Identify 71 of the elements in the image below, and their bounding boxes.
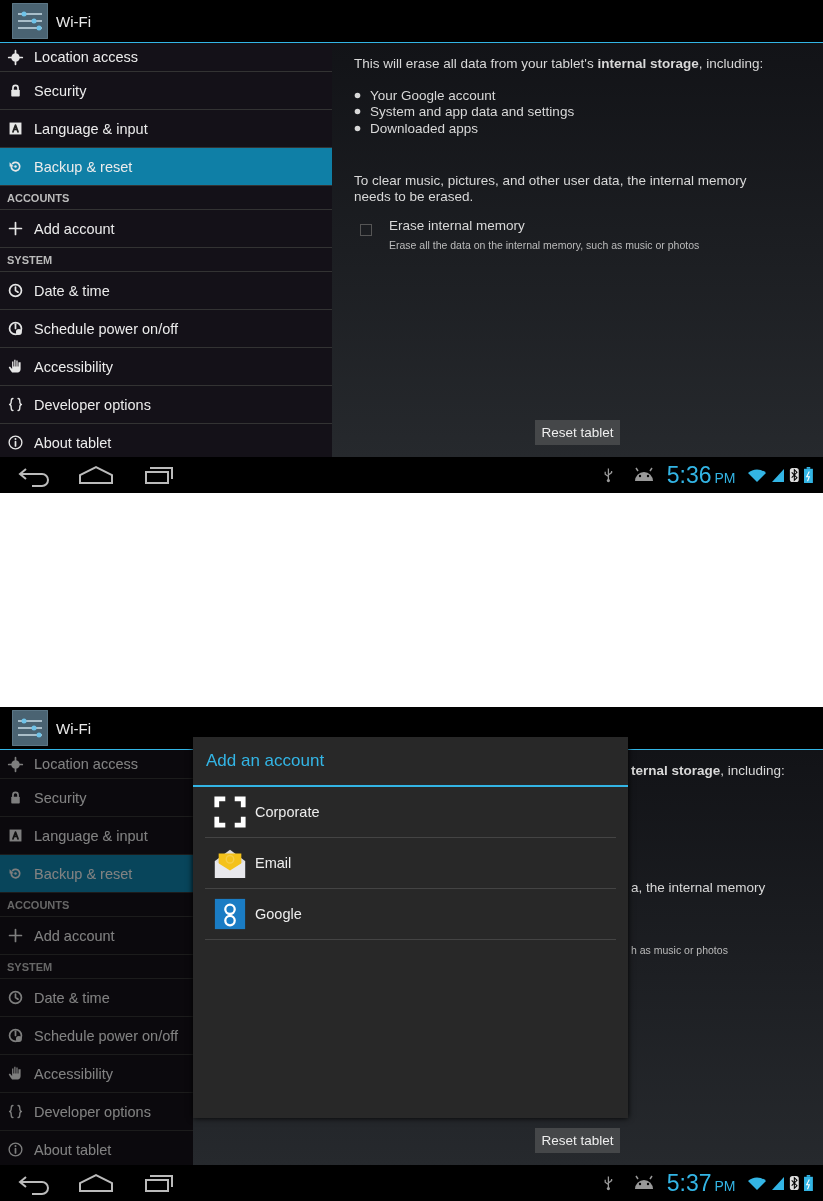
account-type-item[interactable]: Google (205, 889, 616, 940)
home-icon[interactable] (76, 463, 116, 487)
info-icon (7, 1141, 24, 1158)
bullet-icon (354, 124, 361, 132)
intro-text: This will erase all data from your tablet's internal storage, including: (354, 55, 765, 73)
clock-badge-icon (7, 320, 24, 337)
clock-ampm: PM (714, 1178, 736, 1194)
home-icon[interactable] (76, 1171, 116, 1195)
checkbox-label: Erase internal memory (389, 216, 526, 235)
wifi-icon (747, 467, 768, 483)
settings-item[interactable]: Backup & reset (0, 148, 332, 186)
settings-item[interactable]: Date & time (0, 272, 332, 310)
reset-tablet-button[interactable]: Reset tablet (535, 420, 620, 445)
crosshair-icon (7, 48, 24, 66)
section-header: SYSTEM (0, 248, 332, 272)
plus-icon (7, 927, 24, 944)
settings-item[interactable]: Add account (0, 210, 332, 248)
sliders-icon[interactable] (12, 3, 48, 39)
note-text: To clear music, pictures, and other user data, the internal memory needs to be erased. (354, 172, 748, 205)
settings-item[interactable]: Developer options (0, 386, 332, 424)
robot-icon (632, 467, 655, 483)
circular-arrow-icon (7, 865, 24, 882)
plus-icon (7, 220, 24, 237)
settings-item[interactable]: Security (0, 72, 332, 110)
bullet-icon (354, 91, 361, 99)
bluetooth-icon (789, 1175, 801, 1191)
braces-icon (7, 396, 24, 413)
clock-badge-icon (7, 1027, 24, 1044)
clock-ampm: PM (714, 470, 736, 486)
note-text: a, the internal memory (631, 880, 767, 896)
section-header: ACCOUNTS (0, 186, 332, 210)
settings-item[interactable]: Accessibility (0, 348, 332, 386)
checkbox-description: h as music or photos (631, 944, 729, 956)
screen-title: Wi-Fi (56, 12, 91, 30)
bullet-text: System and app data and settings (370, 104, 575, 120)
checkbox[interactable] (360, 223, 372, 236)
info-icon (7, 434, 24, 451)
account-type-item[interactable]: Email (205, 838, 616, 889)
letter-tile-icon (7, 120, 24, 137)
settings-item[interactable]: Schedule power on/off (0, 310, 332, 348)
app-tile-icon (213, 897, 247, 931)
checkbox-description: Erase all the data on the internal memory, such as music or photos (389, 238, 700, 251)
reset-tablet-button[interactable]: Reset tablet (535, 1128, 620, 1153)
battery-icon (804, 1175, 813, 1191)
intro-text: ternal storage, including: (631, 762, 786, 780)
clock-time: 5:36 (666, 461, 712, 489)
settings-item[interactable]: Location access (0, 43, 332, 72)
bullet-text: Your Google account (370, 87, 496, 103)
hand-icon (7, 358, 24, 375)
crosshair-icon (7, 755, 24, 773)
bullet-text: Downloaded apps (370, 120, 479, 136)
robot-icon (632, 1175, 655, 1191)
corner-brackets-icon (213, 795, 247, 829)
bluetooth-icon (789, 467, 801, 483)
braces-icon (7, 1103, 24, 1120)
sliders-icon[interactable] (12, 710, 48, 746)
clock-icon (7, 282, 24, 299)
bullet-icon (354, 108, 361, 116)
clock-icon (7, 989, 24, 1006)
settings-item[interactable]: Location access (0, 750, 193, 779)
clock-time: 5:37 (666, 1169, 712, 1197)
letter-tile-icon (7, 827, 24, 844)
screen-title: Wi-Fi (56, 719, 91, 737)
signal-icon (771, 1175, 786, 1191)
circular-arrow-icon (7, 158, 24, 175)
hand-icon (7, 1065, 24, 1082)
battery-icon (804, 467, 813, 483)
account-type-item[interactable]: Corporate (205, 787, 616, 838)
dialog-title: Add an account (193, 737, 628, 787)
wifi-icon (747, 1175, 768, 1191)
signal-icon (771, 467, 786, 483)
